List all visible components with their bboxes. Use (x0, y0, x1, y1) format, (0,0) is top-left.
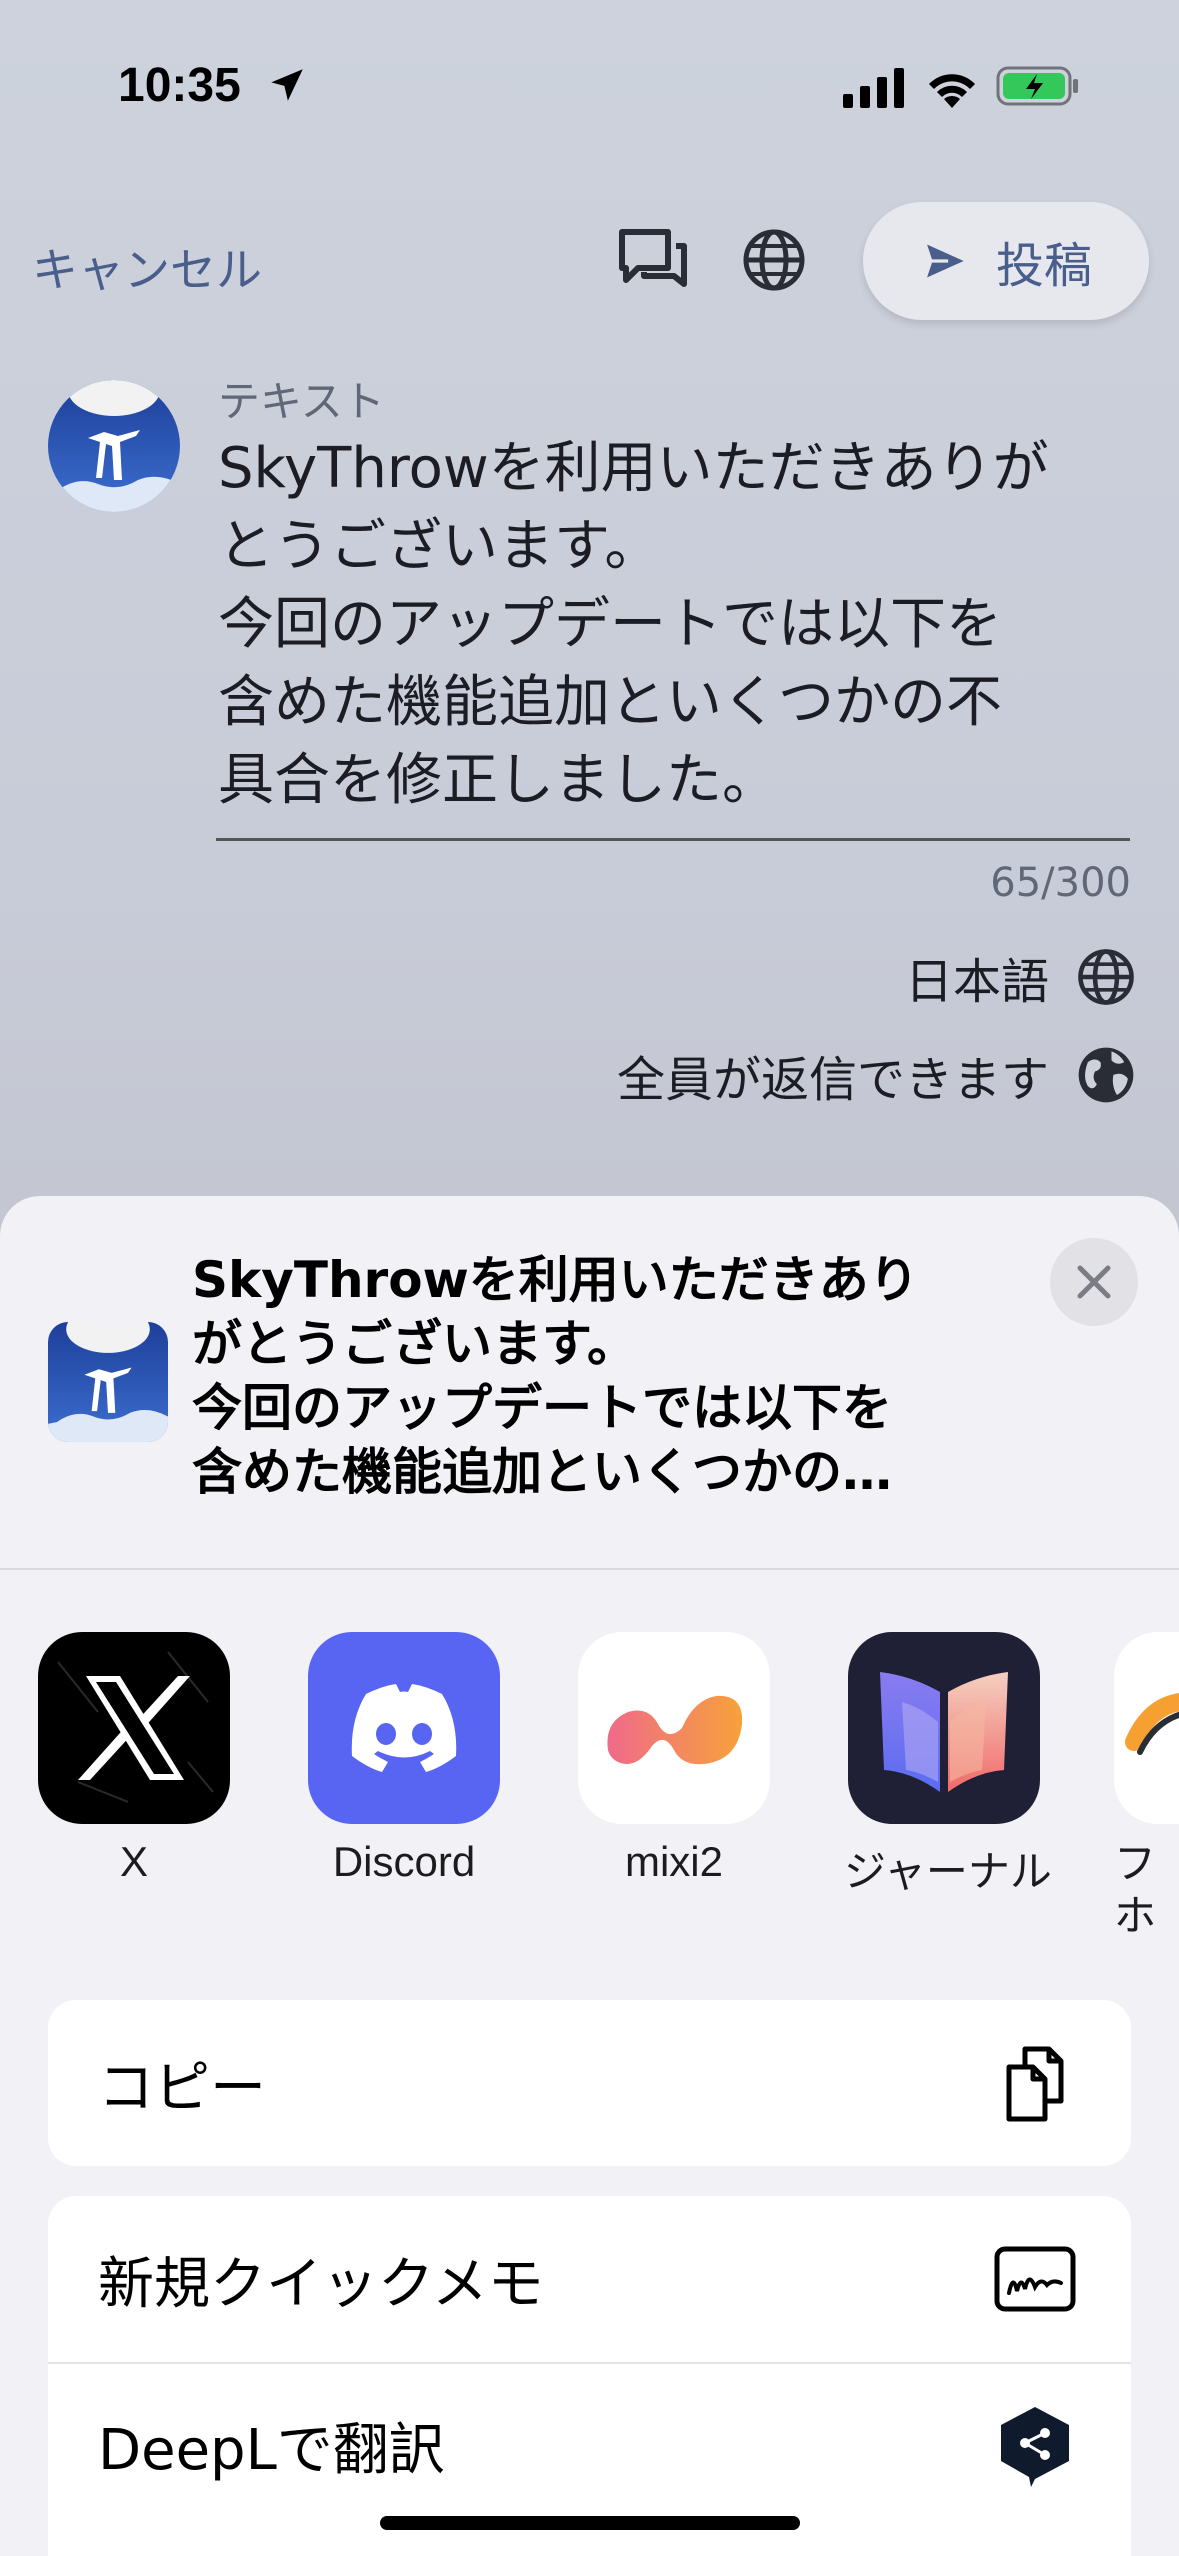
cancel-button[interactable]: キャンセル (32, 234, 262, 300)
location-arrow-icon (271, 69, 303, 101)
sheet-divider (0, 1568, 1179, 1570)
globe-icon (1078, 949, 1134, 1005)
share-preview-text: SkyThrowを利用いただきあり がとうございます。 今回のアップデートでは以… (192, 1251, 919, 1501)
quick-note-icon (994, 2246, 1076, 2312)
reply-setting-label: 全員が返信できます (616, 1052, 1049, 1108)
wifi-icon (929, 74, 975, 108)
cellular-signal-icon (843, 68, 904, 108)
close-icon (1077, 1265, 1111, 1299)
post-button-label: 投稿 (995, 238, 1092, 294)
app-label: ジャーナル (844, 1848, 1052, 1895)
app-label: mixi2 (624, 1838, 723, 1885)
partial-app-icon (1114, 1632, 1179, 1824)
status-time: 10:35 (118, 59, 241, 112)
language-selector[interactable]: 日本語 (905, 942, 1137, 1012)
close-button[interactable] (1050, 1238, 1138, 1326)
action-label: コピー (98, 2055, 266, 2121)
home-indicator (380, 2516, 800, 2530)
action-label: 新規クイックメモ (98, 2251, 544, 2317)
send-icon (921, 238, 972, 284)
copy-card: コピー (48, 2000, 1131, 2166)
mixi2-app-icon (578, 1632, 770, 1824)
avatar[interactable] (48, 380, 180, 512)
reply-setting-selector[interactable]: 全員が返信できます (617, 1040, 1137, 1110)
copy-icon (1006, 2046, 1064, 2122)
actions-card: 新規クイックメモ DeepLで翻訳 (48, 2196, 1131, 2556)
deepl-translate-action[interactable]: DeepLで翻訳 (48, 2362, 1131, 2528)
app-label: X (119, 1838, 148, 1885)
character-count: 65/300 (990, 860, 1131, 906)
app-discord[interactable]: Discord (304, 1632, 504, 1886)
deepl-icon (1001, 2407, 1069, 2487)
post-button[interactable]: 投稿 (863, 202, 1149, 320)
share-preview-thumbnail (48, 1322, 168, 1442)
app-x[interactable]: X (34, 1632, 234, 1886)
earth-icon (1078, 1047, 1134, 1103)
discord-app-icon (308, 1632, 500, 1824)
copy-action[interactable]: コピー (48, 2000, 1131, 2166)
action-label: DeepLで翻訳 (98, 2417, 445, 2483)
x-app-icon (38, 1632, 230, 1824)
text-field-underline (216, 838, 1130, 841)
app-label: フ ホ (1114, 1840, 1157, 1939)
app-partial[interactable]: フ ホ (1114, 1632, 1179, 1942)
language-label: 日本語 (904, 954, 1049, 1010)
compose-text-input[interactable]: SkyThrowを利用いただきありが とうございます。 今回のアップデートでは以… (218, 430, 1118, 820)
app-journal[interactable]: ジャーナル (844, 1632, 1052, 1899)
journal-app-icon (848, 1632, 1040, 1824)
text-field-label: テキスト (218, 377, 385, 426)
app-label: Discord (332, 1838, 476, 1885)
app-mixi2[interactable]: mixi2 (574, 1632, 774, 1886)
language-globe-icon[interactable] (740, 226, 808, 294)
thread-icon[interactable] (618, 228, 688, 294)
battery-charging-icon (996, 66, 1078, 106)
quick-note-action[interactable]: 新規クイックメモ (48, 2196, 1131, 2362)
